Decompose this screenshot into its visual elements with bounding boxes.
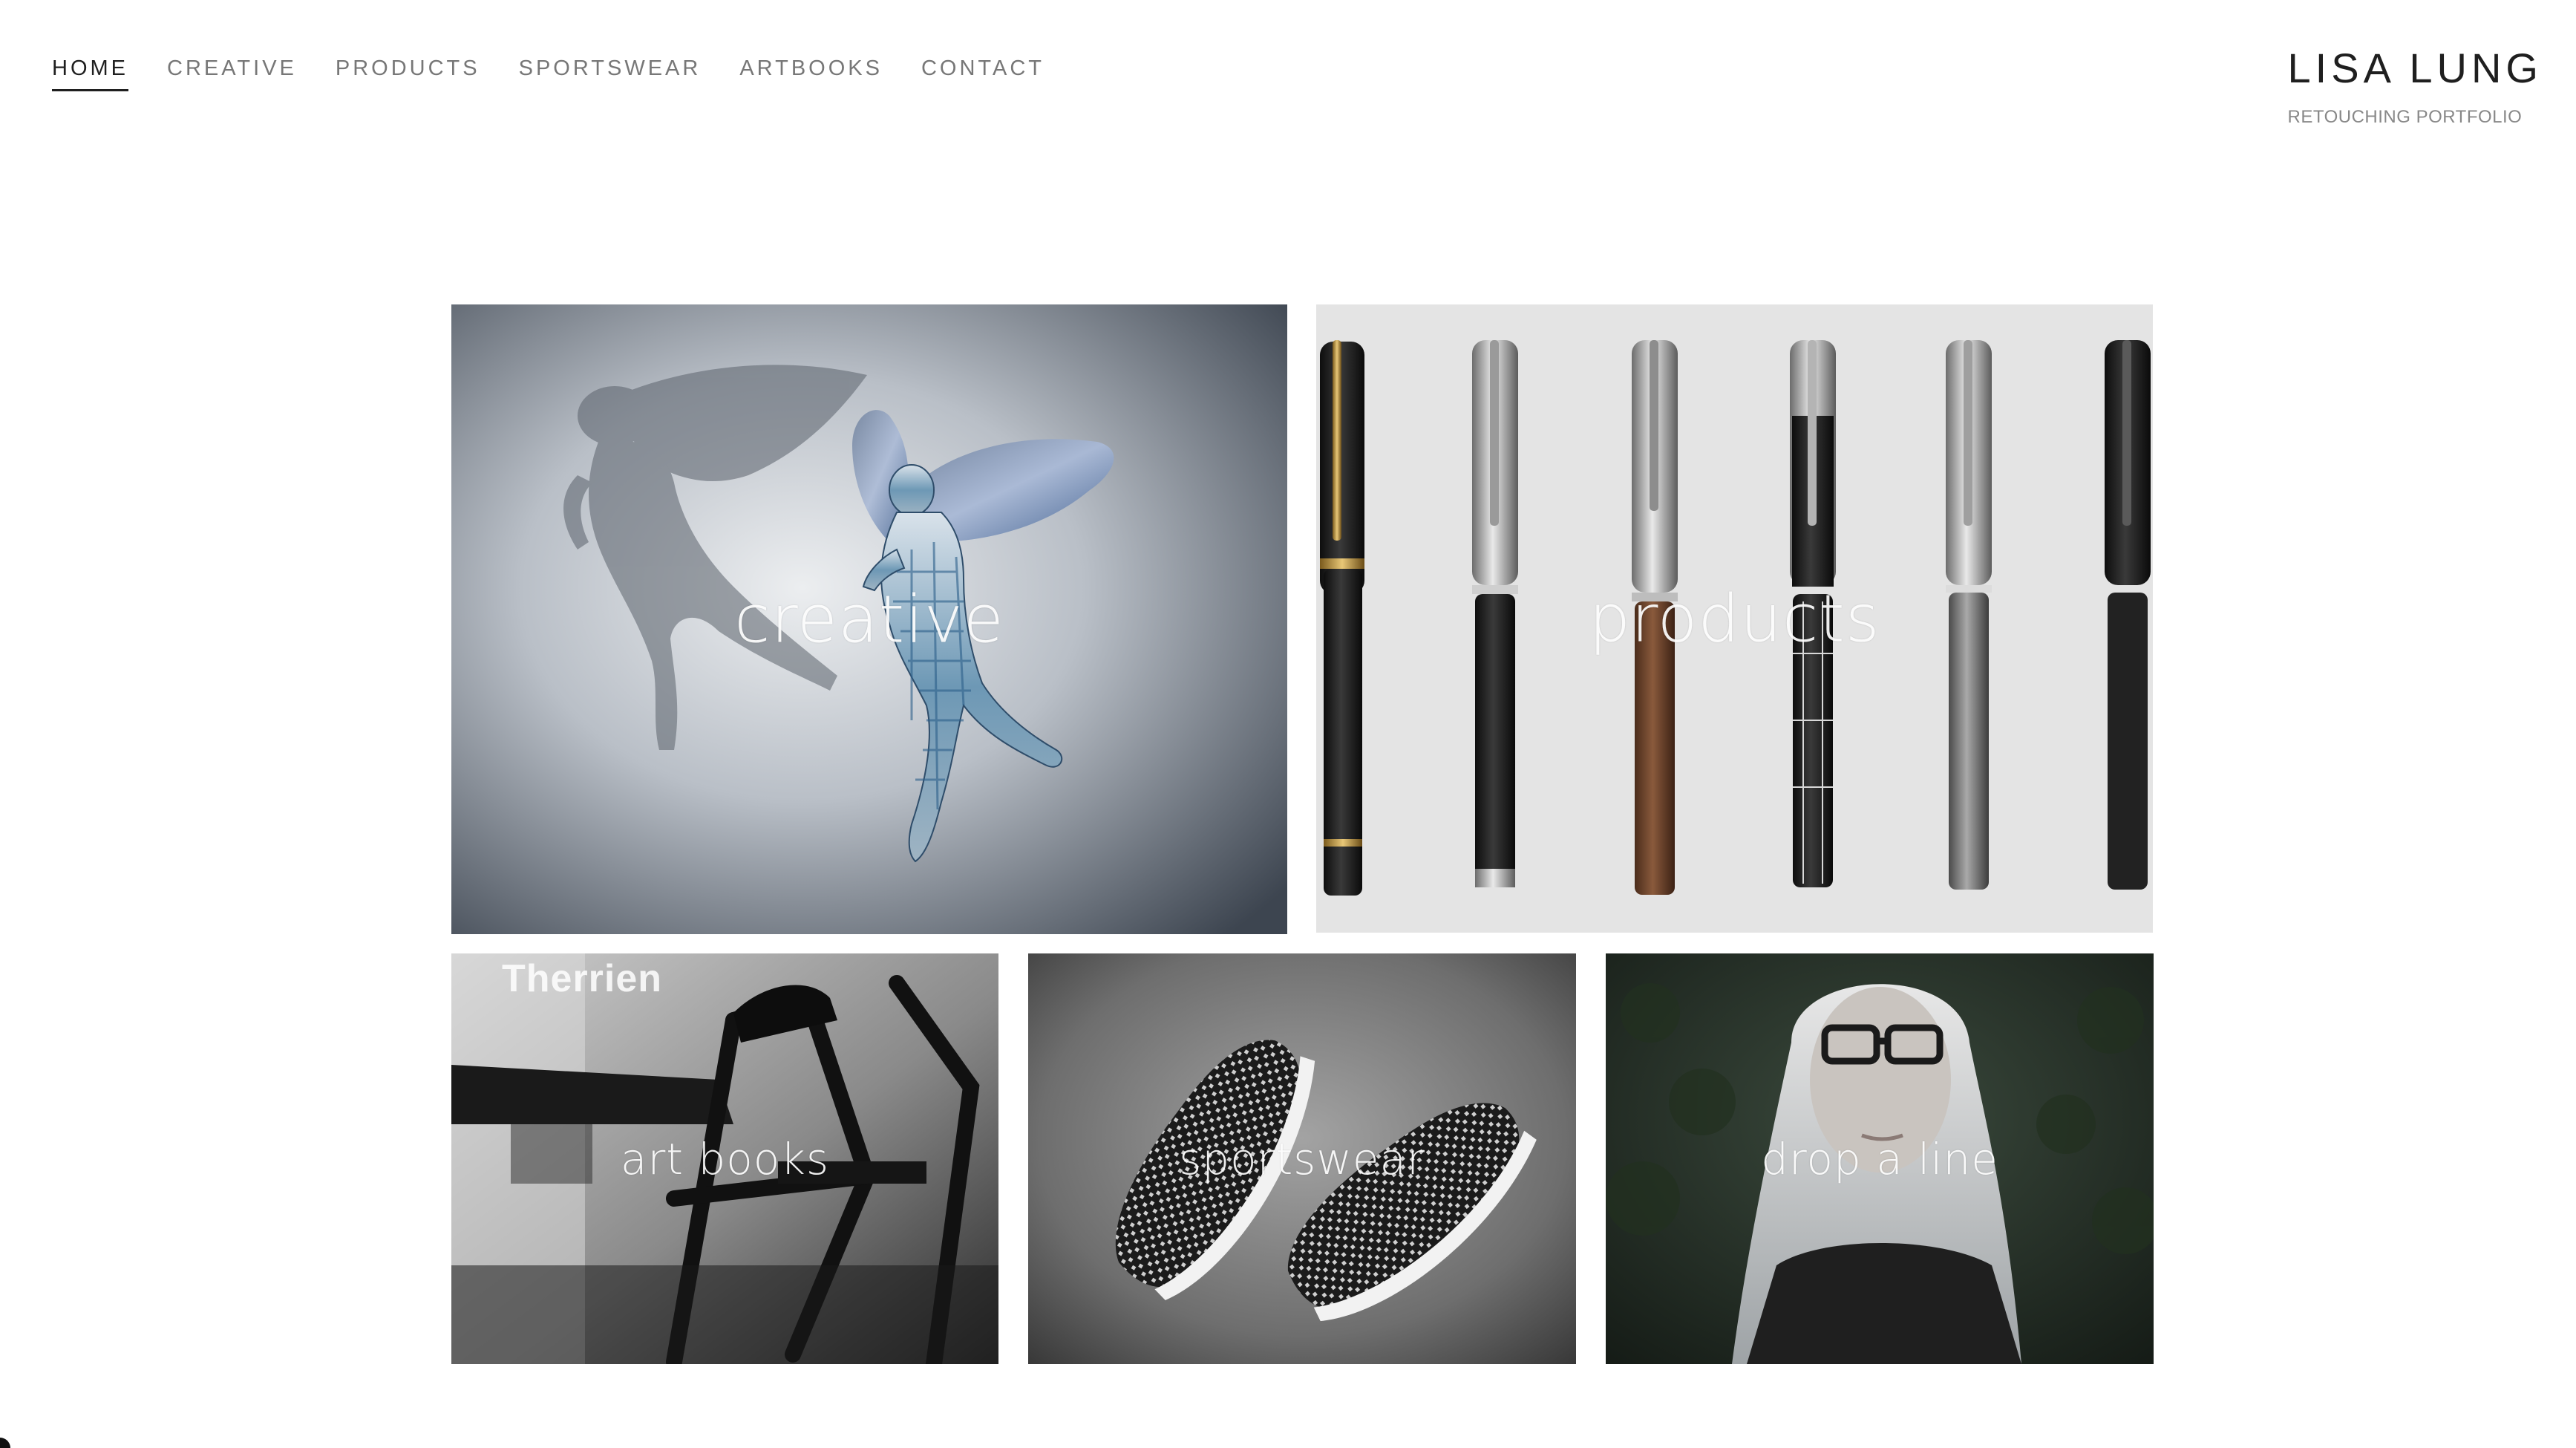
therrien-watermark: Therrien xyxy=(502,957,663,1000)
gallery-tile-contact[interactable]: drop a line xyxy=(1606,953,2154,1364)
tile-label-sportswear[interactable]: sportswear xyxy=(1028,1134,1576,1184)
nav-item-contact[interactable]: CONTACT xyxy=(921,53,1045,89)
tile-label-creative[interactable]: creative xyxy=(451,581,1287,658)
tile-label-artbooks[interactable]: art books xyxy=(451,1134,998,1184)
nav-item-home[interactable]: HOME xyxy=(52,53,128,91)
site-title[interactable]: LISA LUNG xyxy=(2288,45,2543,92)
window-corner xyxy=(0,1438,10,1448)
tile-label-contact[interactable]: drop a line xyxy=(1606,1134,2154,1184)
nav-item-artbooks[interactable]: ARTBOOKS xyxy=(739,53,883,89)
gallery-tile-sportswear[interactable]: sportswear xyxy=(1028,953,1576,1364)
site-subtitle: RETOUCHING PORTFOLIO xyxy=(2287,107,2523,127)
main-nav: HOME CREATIVE PRODUCTS SPORTSWEAR ARTBOO… xyxy=(52,53,1083,91)
tile-label-products[interactable]: products xyxy=(1316,581,2153,657)
gallery-tile-creative[interactable]: creative xyxy=(451,304,1287,934)
site-brand[interactable]: LISA LUNG RETOUCHING PORTFOLIO xyxy=(2288,45,2543,128)
page: HOME CREATIVE PRODUCTS SPORTSWEAR ARTBOO… xyxy=(0,0,2576,1448)
nav-item-sportswear[interactable]: SPORTSWEAR xyxy=(519,53,702,89)
gallery-tile-products[interactable]: products xyxy=(1316,304,2153,933)
nav-item-products[interactable]: PRODUCTS xyxy=(336,53,480,89)
nav-item-creative[interactable]: CREATIVE xyxy=(167,53,297,89)
gallery-tile-artbooks[interactable]: Therrien art books xyxy=(451,953,998,1364)
